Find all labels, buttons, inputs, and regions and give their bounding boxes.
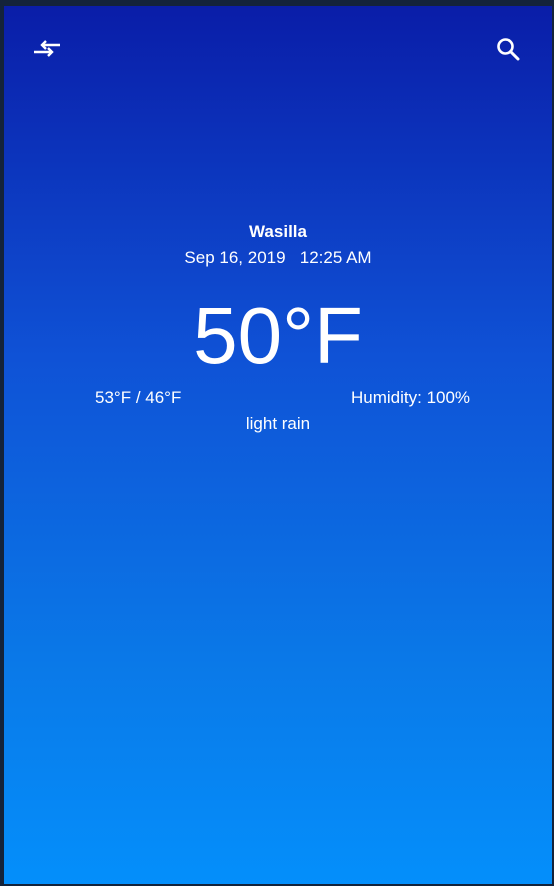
search-icon (497, 38, 520, 61)
current-temperature: 50°F (193, 291, 363, 380)
temperature-range: 53°F / 46°F (95, 388, 182, 407)
swap-units-button[interactable] (27, 29, 67, 69)
date-time: Sep 16, 2019 12:25 AM (184, 248, 372, 267)
search-button[interactable] (488, 29, 528, 69)
weather-description: light rain (245, 414, 311, 433)
city-name: Wasilla (249, 222, 307, 241)
weather-screen: Wasilla Sep 16, 2019 12:25 AM 50°F 53°F … (4, 6, 552, 884)
swap-units-icon (34, 40, 60, 57)
humidity: Humidity: 100% (351, 388, 471, 407)
